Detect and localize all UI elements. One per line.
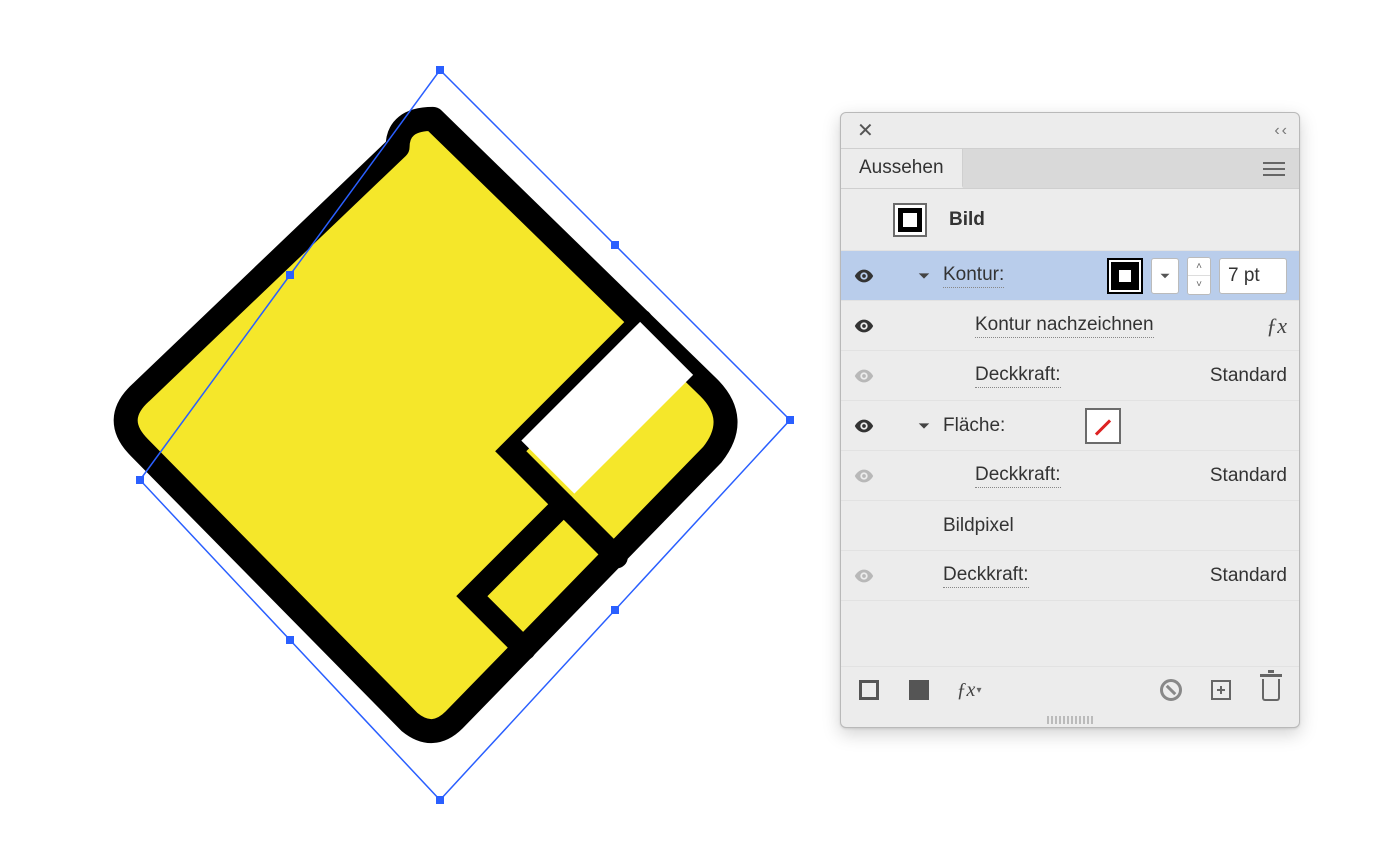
canvas-area[interactable] <box>0 0 830 852</box>
fill-color-swatch[interactable] <box>1085 408 1121 444</box>
stroke-weight-down-icon[interactable]: ˅ <box>1188 276 1210 294</box>
panel-titlebar[interactable]: ✕ ‹‹ <box>841 113 1299 149</box>
fill-row[interactable]: Fläche: <box>841 401 1299 451</box>
visibility-toggle-icon[interactable] <box>853 465 875 487</box>
appearance-target-row[interactable]: Bild <box>841 189 1299 251</box>
disclosure-toggle-icon[interactable] <box>915 417 933 435</box>
image-pixels-label: Bildpixel <box>943 515 1014 537</box>
add-stroke-button[interactable] <box>857 678 881 702</box>
target-thumbnail-icon <box>893 203 927 237</box>
stroke-weight-value: 7 pt <box>1228 265 1260 287</box>
clear-appearance-button[interactable] <box>1159 678 1183 702</box>
panel-footer: ƒx▾ <box>841 667 1299 713</box>
duplicate-item-button[interactable] <box>1209 678 1233 702</box>
fx-indicator-icon[interactable]: ƒx <box>1266 313 1287 339</box>
fill-opacity-label[interactable]: Deckkraft: <box>975 464 1061 488</box>
visibility-toggle-icon[interactable] <box>853 315 875 337</box>
delete-item-button[interactable] <box>1259 678 1283 702</box>
overall-opacity-value: Standard <box>1210 565 1287 587</box>
visibility-toggle-icon[interactable] <box>853 265 875 287</box>
panel-resize-grip[interactable] <box>841 713 1299 727</box>
visibility-toggle-icon[interactable] <box>853 565 875 587</box>
overall-opacity-label[interactable]: Deckkraft: <box>943 564 1029 588</box>
image-pixels-row[interactable]: Bildpixel <box>841 501 1299 551</box>
add-fill-button[interactable] <box>907 678 931 702</box>
overall-opacity-row[interactable]: Deckkraft: Standard <box>841 551 1299 601</box>
add-effect-button[interactable]: ƒx▾ <box>957 678 981 702</box>
stroke-color-dropdown[interactable] <box>1151 258 1179 294</box>
tab-appearance-label: Aussehen <box>859 157 944 179</box>
fill-label[interactable]: Fläche: <box>943 415 1005 437</box>
tab-appearance[interactable]: Aussehen <box>841 149 963 188</box>
visibility-toggle-icon[interactable] <box>853 365 875 387</box>
panel-empty-area <box>841 601 1299 667</box>
panel-tab-bar: Aussehen <box>841 149 1299 189</box>
panel-menu-icon[interactable] <box>1263 162 1285 176</box>
selected-artwork[interactable] <box>80 50 800 820</box>
stroke-effect-row[interactable]: Kontur nachzeichnen ƒx <box>841 301 1299 351</box>
stroke-row[interactable]: Kontur: ˄ ˅ 7 pt <box>841 251 1299 301</box>
disclosure-toggle-icon[interactable] <box>915 267 933 285</box>
stroke-opacity-value: Standard <box>1210 365 1287 387</box>
stroke-opacity-row[interactable]: Deckkraft: Standard <box>841 351 1299 401</box>
stroke-label[interactable]: Kontur: <box>943 264 1004 288</box>
appearance-panel: ✕ ‹‹ Aussehen Bild <box>840 112 1300 728</box>
visibility-toggle-icon[interactable] <box>853 415 875 437</box>
panel-collapse-icon[interactable]: ‹‹ <box>1274 122 1287 140</box>
fill-opacity-row[interactable]: Deckkraft: Standard <box>841 451 1299 501</box>
panel-body: Bild Kontur: <box>841 189 1299 727</box>
target-type-label: Bild <box>949 209 985 231</box>
panel-tab-extra-area <box>963 149 1299 188</box>
stroke-opacity-label[interactable]: Deckkraft: <box>975 364 1061 388</box>
fill-opacity-value: Standard <box>1210 465 1287 487</box>
stroke-weight-up-icon[interactable]: ˄ <box>1188 258 1210 276</box>
stroke-color-swatch[interactable] <box>1107 258 1143 294</box>
stroke-effect-label[interactable]: Kontur nachzeichnen <box>975 314 1154 338</box>
panel-close-icon[interactable]: ✕ <box>853 117 878 145</box>
stroke-weight-stepper[interactable]: ˄ ˅ <box>1187 257 1211 295</box>
stroke-weight-input[interactable]: 7 pt <box>1219 258 1287 294</box>
